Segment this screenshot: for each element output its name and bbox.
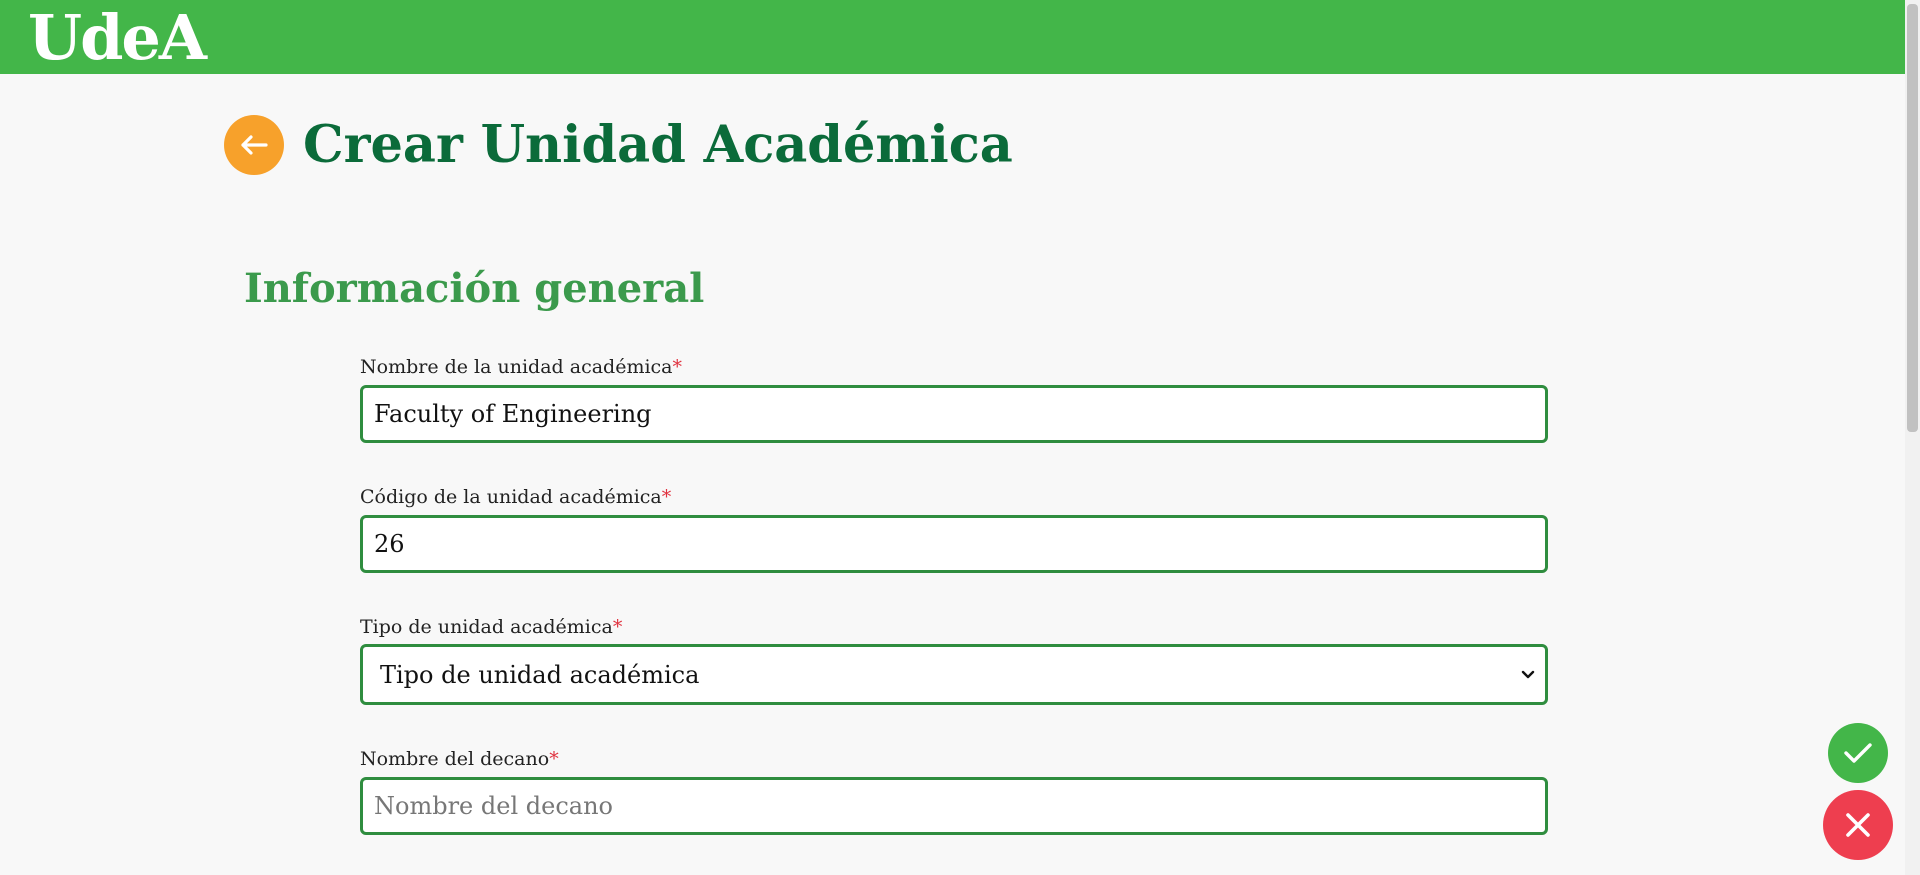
tipo-unidad-label: Tipo de unidad académica* (360, 615, 622, 639)
scrollbar-thumb[interactable] (1907, 4, 1918, 432)
udea-logo[interactable]: UdeA (28, 4, 207, 72)
nombre-unidad-label-text: Nombre de la unidad académica (360, 356, 673, 378)
required-asterisk: * (549, 748, 559, 770)
required-asterisk: * (672, 356, 683, 378)
page-title: Crear Unidad Académica (303, 115, 1013, 175)
nombre-decano-input[interactable] (360, 777, 1548, 835)
tipo-unidad-selected-value: Tipo de unidad académica (380, 660, 700, 689)
confirm-button[interactable] (1828, 723, 1888, 783)
top-bar: UdeA (0, 0, 1905, 74)
required-asterisk: * (661, 486, 672, 508)
tipo-unidad-select[interactable]: Tipo de unidad académica (360, 644, 1548, 705)
tipo-unidad-label-text: Tipo de unidad académica (360, 616, 613, 638)
nombre-unidad-label: Nombre de la unidad académica* (360, 355, 682, 379)
nombre-unidad-input[interactable] (360, 385, 1548, 443)
cancel-button[interactable] (1823, 790, 1893, 860)
check-icon (1844, 743, 1872, 763)
back-button[interactable] (224, 115, 284, 175)
codigo-unidad-label: Código de la unidad académica* (360, 485, 671, 509)
chevron-down-icon (1521, 670, 1535, 678)
close-icon (1846, 813, 1870, 837)
required-asterisk: * (612, 616, 623, 638)
codigo-unidad-label-text: Código de la unidad académica (360, 486, 662, 508)
nombre-decano-label: Nombre del decano* (360, 747, 559, 771)
page-scrollbar[interactable] (1905, 0, 1920, 875)
nombre-decano-label-text: Nombre del decano (360, 748, 550, 770)
section-title: Información general (244, 265, 705, 312)
codigo-unidad-input[interactable] (360, 515, 1548, 573)
arrow-left-icon (241, 135, 268, 155)
